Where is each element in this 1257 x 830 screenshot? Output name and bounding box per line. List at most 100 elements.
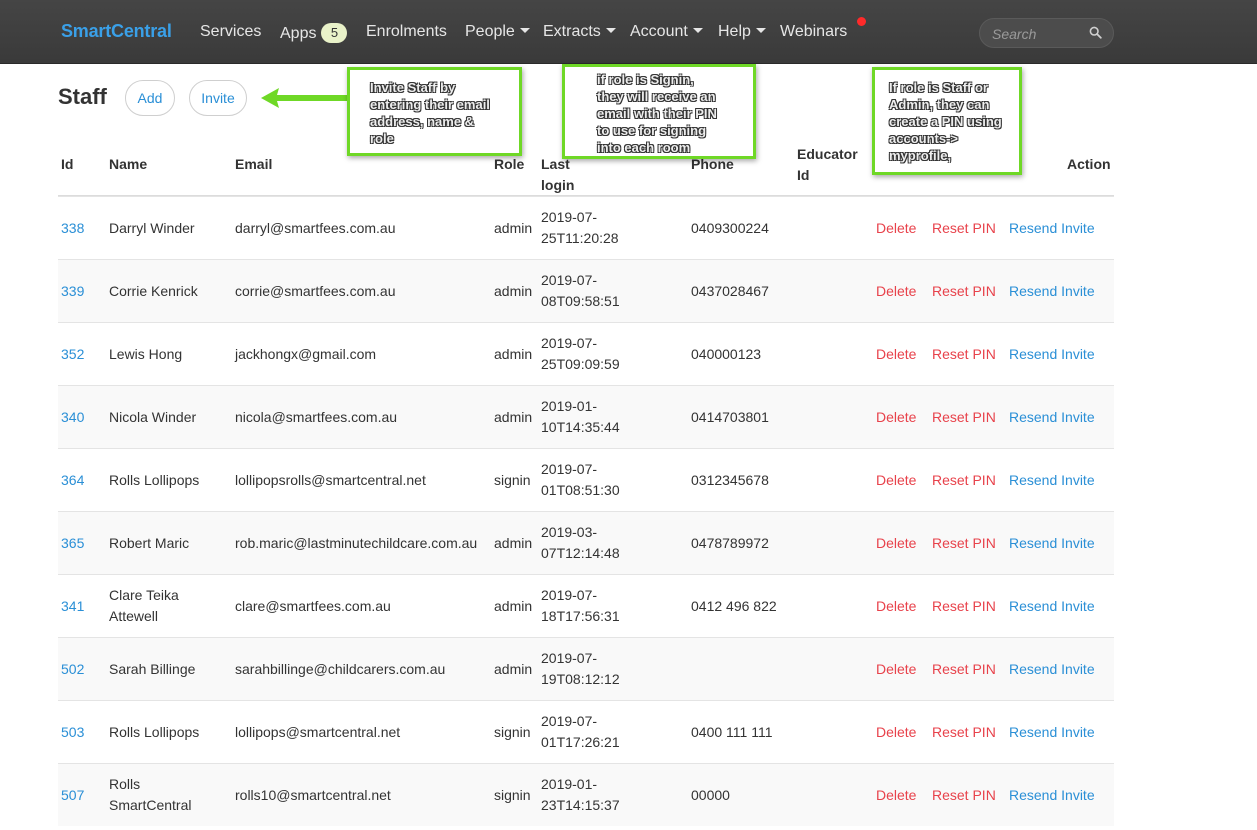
last-login: 2019-07- 25T11:20:28 [541, 197, 619, 259]
staff-name: Rolls SmartCentral [109, 764, 229, 826]
nav-enrolments-label: Enrolments [366, 23, 447, 40]
callout-staff-admin-pin: If role is Staff or Admin, they can crea… [872, 67, 1022, 175]
resend-invite-button[interactable]: Resend Invite [1009, 764, 1095, 826]
reset-pin-button[interactable]: Reset PIN [932, 638, 996, 700]
staff-email: jackhongx@gmail.com [235, 345, 377, 362]
nav-help[interactable]: Help [718, 23, 766, 41]
staff-email: corrie@smartfees.com.au [235, 282, 396, 299]
delete-button[interactable]: Delete [876, 386, 916, 448]
reset-pin-button[interactable]: Reset PIN [932, 449, 996, 511]
col-id[interactable]: Id [61, 154, 73, 175]
table-row: 365 Robert Maric rob.maric@lastminutechild… [58, 511, 1114, 574]
nav-account[interactable]: Account [630, 23, 703, 41]
col-email[interactable]: Email [235, 154, 272, 175]
staff-id-link[interactable]: 338 [61, 197, 84, 259]
resend-invite-button[interactable]: Resend Invite [1009, 386, 1095, 448]
delete-button[interactable]: Delete [876, 449, 916, 511]
callout-line: Admin, they can [889, 97, 990, 112]
table-row: 507 Rolls SmartCentral rolls10@smartcentral… [58, 763, 1114, 826]
staff-phone: 0412 496 822 [691, 597, 777, 614]
nav-apps[interactable]: Apps 5 [280, 23, 348, 43]
callout-line: create a PIN using [889, 114, 1002, 129]
staff-name: Rolls Lollipops [109, 701, 229, 763]
staff-name: Nicola Winder [109, 386, 229, 448]
resend-invite-button[interactable]: Resend Invite [1009, 638, 1095, 700]
name-line: Robert Maric [109, 534, 190, 551]
staff-id-link[interactable]: 352 [61, 323, 84, 385]
login-time: 23T14:15:37 [541, 797, 620, 813]
staff-id-link[interactable]: 339 [61, 260, 84, 322]
callout-line: into each room [597, 140, 691, 155]
search-input[interactable] [990, 24, 1089, 44]
nav-services[interactable]: Services [200, 23, 261, 41]
delete-button[interactable]: Delete [876, 575, 916, 637]
callout-arrow-icon [261, 88, 347, 108]
resend-invite-button[interactable]: Resend Invite [1009, 260, 1095, 322]
col-last-login[interactable]: Last login [541, 154, 574, 196]
login-date: 2019-01- [541, 776, 598, 792]
name-line: Clare Teika [109, 587, 179, 603]
nav-webinars[interactable]: Webinars [780, 23, 847, 41]
staff-email: sarahbillinge@childcarers.com.au [235, 660, 446, 677]
add-button[interactable]: Add [125, 80, 175, 116]
col-role[interactable]: Role [494, 154, 524, 175]
delete-button[interactable]: Delete [876, 197, 916, 259]
staff-role: signin [494, 723, 531, 740]
nav-webinars-label: Webinars [780, 23, 848, 40]
delete-button[interactable]: Delete [876, 764, 916, 826]
staff-id-link[interactable]: 502 [61, 638, 84, 700]
resend-invite-button[interactable]: Resend Invite [1009, 512, 1095, 574]
resend-invite-button[interactable]: Resend Invite [1009, 197, 1095, 259]
delete-button[interactable]: Delete [876, 701, 916, 763]
table-row: 338 Darryl Winder darryl@smartfees.com.au a… [58, 196, 1114, 259]
staff-phone: 0409300224 [691, 219, 769, 236]
name-line: Rolls Lollipops [109, 723, 200, 740]
search-box[interactable] [979, 18, 1114, 48]
nav-account-label: Account [630, 23, 688, 40]
staff-name: Corrie Kenrick [109, 260, 229, 322]
staff-id-link[interactable]: 503 [61, 701, 84, 763]
col-educator-id[interactable]: Educator Id [797, 144, 858, 186]
resend-invite-button[interactable]: Resend Invite [1009, 701, 1095, 763]
staff-role: admin [494, 219, 533, 236]
reset-pin-button[interactable]: Reset PIN [932, 764, 996, 826]
invite-button[interactable]: Invite [189, 80, 247, 116]
staff-id-link[interactable]: 365 [61, 512, 84, 574]
staff-id-link[interactable]: 340 [61, 386, 84, 448]
staff-role: admin [494, 597, 533, 614]
nav-people[interactable]: People [465, 23, 530, 41]
reset-pin-button[interactable]: Reset PIN [932, 323, 996, 385]
name-line: Nicola Winder [109, 408, 197, 425]
col-educator-id-line1: Educator [797, 146, 858, 162]
staff-name: Darryl Winder [109, 197, 229, 259]
search-icon[interactable] [1089, 26, 1102, 39]
reset-pin-button[interactable]: Reset PIN [932, 575, 996, 637]
reset-pin-button[interactable]: Reset PIN [932, 701, 996, 763]
resend-invite-button[interactable]: Resend Invite [1009, 323, 1095, 385]
nav-extracts[interactable]: Extracts [543, 23, 616, 41]
reset-pin-button[interactable]: Reset PIN [932, 512, 996, 574]
brand-logo[interactable]: SmartCentral [61, 21, 172, 42]
notification-dot [857, 17, 866, 26]
delete-button[interactable]: Delete [876, 323, 916, 385]
staff-id-link[interactable]: 341 [61, 575, 84, 637]
delete-button[interactable]: Delete [876, 638, 916, 700]
staff-role: signin [494, 786, 531, 803]
staff-id-link[interactable]: 364 [61, 449, 84, 511]
nav-enrolments[interactable]: Enrolments [366, 23, 447, 41]
nav-apps-label: Apps [280, 25, 317, 42]
reset-pin-button[interactable]: Reset PIN [932, 260, 996, 322]
login-time: 25T09:09:59 [541, 356, 620, 372]
resend-invite-button[interactable]: Resend Invite [1009, 449, 1095, 511]
staff-phone: 0437028467 [691, 282, 769, 299]
chevron-down-icon [605, 28, 616, 33]
delete-button[interactable]: Delete [876, 512, 916, 574]
col-name[interactable]: Name [109, 154, 147, 175]
staff-name: Rolls Lollipops [109, 449, 229, 511]
staff-id-link[interactable]: 507 [61, 764, 84, 826]
resend-invite-button[interactable]: Resend Invite [1009, 575, 1095, 637]
delete-button[interactable]: Delete [876, 260, 916, 322]
name-line: Darryl Winder [109, 219, 195, 236]
reset-pin-button[interactable]: Reset PIN [932, 386, 996, 448]
reset-pin-button[interactable]: Reset PIN [932, 197, 996, 259]
